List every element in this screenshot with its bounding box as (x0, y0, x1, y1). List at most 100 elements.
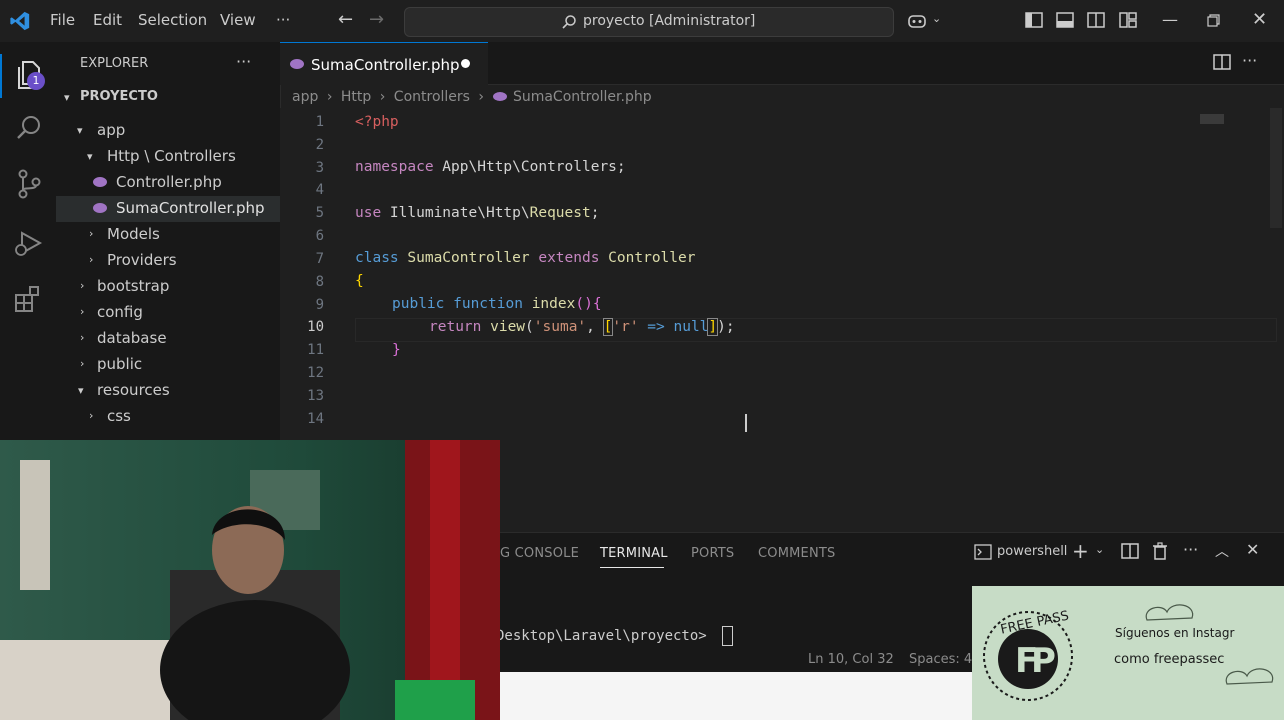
active-tab-underline (600, 567, 664, 568)
code-line-10: return view('suma', ['r' => null]); (429, 318, 735, 336)
minimize-icon[interactable]: — (1162, 10, 1178, 29)
line-number-current: 10 (307, 319, 324, 335)
code-line-7: class SumaController extends Controller (355, 250, 696, 266)
tree-item-config[interactable]: › config (56, 300, 280, 326)
terminal-cursor (722, 626, 733, 646)
tab-terminal[interactable]: TERMINAL (600, 546, 668, 561)
cloud-doodle-icon (1145, 604, 1194, 621)
php-file-icon (290, 59, 304, 69)
tree-item-sumacontroller-php[interactable]: SumaController.php (56, 196, 280, 222)
chevron-right-icon: › (478, 89, 485, 105)
copilot-icon[interactable] (907, 12, 927, 30)
line-number: 5 (315, 205, 324, 221)
free-pass-logo: F P FREE PASS (983, 609, 1073, 701)
line-number: 2 (315, 137, 324, 153)
split-terminal-icon[interactable] (1121, 543, 1139, 559)
line-number: 11 (307, 342, 324, 358)
breadcrumb: app › Http › Controllers › SumaControlle… (292, 89, 652, 105)
unsaved-dot-icon[interactable] (461, 59, 470, 68)
code-line-11: } (392, 342, 401, 358)
root-folder-proyecto[interactable]: PROYECTO (80, 89, 158, 104)
source-control-icon[interactable] (15, 168, 43, 200)
close-window-icon[interactable]: ✕ (1252, 9, 1267, 30)
split-editor-icon[interactable] (1213, 54, 1231, 70)
breadcrumb-app[interactable]: app (292, 89, 318, 105)
tree-item-bootstrap[interactable]: › bootstrap (56, 274, 280, 300)
shell-name[interactable]: powershell (997, 544, 1067, 559)
toggle-panel-icon[interactable] (1056, 12, 1074, 28)
menu-more[interactable]: ··· (276, 11, 290, 29)
maximize-panel-icon[interactable]: ︿ (1215, 541, 1229, 561)
back-arrow-icon[interactable]: ← (338, 9, 353, 30)
search-icon[interactable] (15, 114, 43, 142)
explorer-sidebar: EXPLORER ··· ▾ PROYECTO ▾ app ▾ Http \ C… (56, 42, 281, 442)
minimap[interactable] (1200, 114, 1224, 124)
tree-item-models[interactable]: › Models (56, 222, 280, 248)
text-cursor-icon (745, 414, 747, 432)
code-line-5: use Illuminate\Http\Request; (355, 205, 600, 221)
explorer-title: EXPLORER (80, 56, 149, 71)
svg-text:P: P (1031, 641, 1056, 681)
tree-item-providers[interactable]: › Providers (56, 248, 280, 274)
chevron-right-icon: › (326, 89, 333, 105)
tree-item-resources[interactable]: ▾ resources (56, 378, 280, 404)
command-center-label: proyecto [Administrator] (583, 13, 756, 29)
search-icon (562, 15, 576, 29)
webcam-video (0, 440, 500, 720)
scrollbar[interactable] (1270, 108, 1282, 228)
status-cursor-position[interactable]: Ln 10, Col 32 (808, 652, 894, 667)
code-line-3: namespace App\Http\Controllers; (355, 159, 626, 175)
run-debug-icon[interactable] (13, 228, 43, 258)
new-terminal-icon[interactable]: + (1072, 539, 1089, 563)
chevron-down-icon[interactable]: ⌄ (1095, 543, 1104, 556)
explorer-more-icon[interactable]: ··· (236, 52, 251, 71)
webcam-overlay (0, 440, 500, 720)
menu-file[interactable]: File (50, 11, 75, 29)
close-panel-icon[interactable]: ✕ (1246, 540, 1259, 559)
breadcrumb-file[interactable]: SumaController.php (513, 89, 652, 105)
tree-item-public[interactable]: › public (56, 352, 280, 378)
status-indentation[interactable]: Spaces: 4 (909, 652, 972, 667)
forward-arrow-icon[interactable]: → (369, 9, 384, 30)
tab-sumacontroller[interactable]: SumaController.php (280, 42, 488, 85)
code-line-9: public function index(){ (392, 296, 602, 312)
title-bar: File Edit Selection View ··· ← → proyect… (0, 0, 1284, 43)
chevron-down-icon[interactable]: ▾ (64, 91, 70, 104)
extensions-icon[interactable] (13, 284, 43, 314)
line-number: 9 (315, 297, 324, 313)
toggle-primary-sidebar-icon[interactable] (1025, 12, 1043, 28)
tree-item-http-controllers[interactable]: ▾ Http \ Controllers (56, 144, 280, 170)
tab-comments[interactable]: COMMENTS (758, 546, 835, 561)
tree-item-database[interactable]: › database (56, 326, 280, 352)
trash-icon[interactable] (1152, 542, 1168, 560)
tab-label: SumaController.php (311, 56, 460, 74)
tree-item-controller-php[interactable]: Controller.php (56, 170, 280, 196)
menu-view[interactable]: View (220, 11, 256, 29)
toggle-secondary-sidebar-icon[interactable] (1087, 12, 1105, 28)
explorer-badge: 1 (27, 72, 45, 90)
code-line-1: <?php (355, 114, 399, 130)
line-number: 7 (315, 251, 324, 267)
php-file-icon (493, 92, 508, 101)
menu-edit[interactable]: Edit (93, 11, 122, 29)
breadcrumb-controllers[interactable]: Controllers (394, 89, 470, 105)
tab-ports[interactable]: PORTS (691, 546, 734, 561)
activity-bar: 1 (0, 42, 57, 442)
tree-item-css[interactable]: › css (56, 404, 280, 430)
tree-item-app[interactable]: ▾ app (56, 118, 280, 144)
line-number: 12 (307, 365, 324, 381)
chevron-down-icon[interactable]: ⌄ (932, 12, 941, 25)
cloud-doodle-icon (1225, 668, 1274, 685)
breadcrumb-http[interactable]: Http (341, 89, 371, 105)
promo-line-1: Síguenos en Instagr (1115, 626, 1235, 640)
php-file-icon (93, 177, 107, 187)
command-center[interactable]: proyecto [Administrator] (404, 7, 894, 37)
line-number: 3 (315, 160, 324, 176)
restore-icon[interactable] (1207, 14, 1220, 27)
editor-more-icon[interactable]: ··· (1242, 51, 1257, 70)
customize-layout-icon[interactable] (1119, 12, 1137, 28)
vscode-logo-icon[interactable] (9, 10, 31, 32)
menu-selection[interactable]: Selection (138, 11, 207, 29)
tab-debug-console[interactable]: G CONSOLE (500, 546, 579, 561)
panel-more-icon[interactable]: ··· (1183, 540, 1198, 559)
